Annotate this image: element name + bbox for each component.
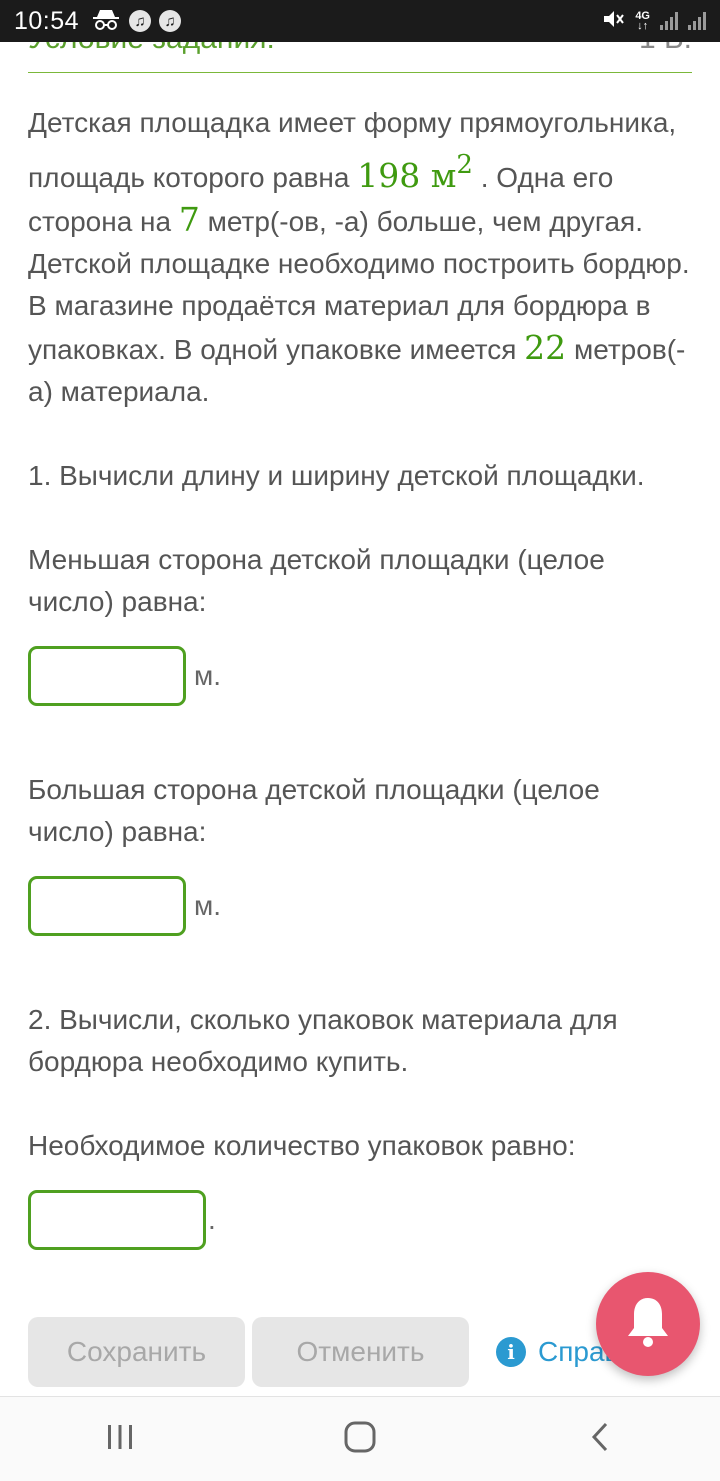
back-icon	[588, 1421, 612, 1458]
task-2-text: 2. Вычисли, сколько упаковок материала д…	[28, 1004, 618, 1077]
area-value: 198 м2	[357, 150, 473, 195]
save-button[interactable]: Сохранить	[28, 1317, 245, 1387]
task-1-text: 1. Вычисли длину и ширину детской площад…	[28, 460, 645, 491]
smaller-side-input[interactable]	[28, 646, 186, 706]
packs-label: Необходимое количество упаковок равно:	[28, 1130, 576, 1161]
smaller-side-label: Меньшая сторона детской площадки (целое …	[28, 544, 605, 617]
home-icon	[343, 1420, 377, 1459]
packs-input[interactable]	[28, 1190, 206, 1250]
smaller-side-unit: м.	[194, 660, 222, 691]
network-type: 4G ↓↑	[635, 10, 650, 32]
signal-icon	[660, 12, 678, 30]
back-button[interactable]	[560, 1409, 640, 1469]
task-content: Детская площадка имеет форму прямоугольн…	[28, 102, 692, 1253]
packs-row: .	[28, 1187, 692, 1253]
packs-suffix: .	[208, 1204, 216, 1235]
notification-bell-button[interactable]	[596, 1272, 700, 1376]
side-difference-value: 7	[178, 200, 200, 239]
status-time: 10:54	[14, 6, 80, 35]
home-button[interactable]	[320, 1409, 400, 1469]
smaller-side-row: м.	[28, 643, 692, 709]
larger-side-label: Большая сторона детской площадки (целое …	[28, 774, 600, 847]
mute-icon	[601, 8, 625, 35]
signal-icon	[688, 12, 706, 30]
pack-length-value: 22	[524, 328, 567, 367]
recent-apps-button[interactable]	[80, 1409, 160, 1469]
larger-side-unit: м.	[194, 890, 222, 921]
cancel-button[interactable]: Отменить	[252, 1317, 469, 1387]
music-note-icon: ♫	[159, 10, 182, 32]
recent-apps-icon	[105, 1423, 135, 1456]
status-bar: 10:54 ♫ ♫ 4G ↓↑	[0, 0, 720, 42]
incognito-icon	[91, 7, 121, 36]
info-icon: i	[496, 1337, 526, 1367]
android-nav-bar	[0, 1396, 720, 1481]
problem-text: Детская площадка имеет форму прямоугольн…	[28, 107, 690, 407]
larger-side-row: м.	[28, 873, 692, 939]
bell-icon	[622, 1294, 674, 1355]
larger-side-input[interactable]	[28, 876, 186, 936]
music-note-icon: ♫	[129, 10, 152, 32]
